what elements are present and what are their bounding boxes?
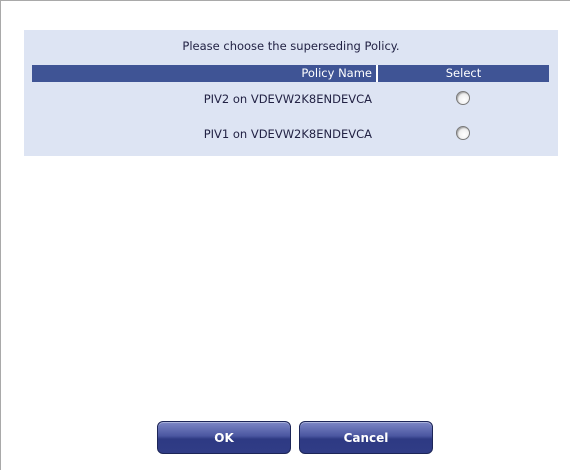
table-row: PIV2 on VDEVW2K8ENDEVCA — [32, 89, 549, 111]
cancel-button[interactable]: Cancel — [299, 421, 433, 454]
select-radio-button[interactable] — [456, 91, 470, 105]
policy-name-cell: PIV2 on VDEVW2K8ENDEVCA — [203, 92, 372, 106]
ok-button[interactable]: OK — [157, 421, 291, 454]
policy-selection-dialog: Please choose the superseding Policy. Po… — [0, 0, 570, 470]
policy-selection-panel: Please choose the superseding Policy. Po… — [24, 30, 558, 156]
select-radio-button[interactable] — [456, 126, 470, 140]
policy-table-header: Policy Name Select — [32, 65, 549, 82]
table-row: PIV1 on VDEVW2K8ENDEVCA — [32, 124, 549, 146]
column-header-select: Select — [445, 66, 482, 80]
prompt-text: Please choose the superseding Policy. — [182, 39, 400, 53]
column-header-policy-name: Policy Name — [301, 66, 372, 80]
policy-name-cell: PIV1 on VDEVW2K8ENDEVCA — [203, 127, 372, 141]
